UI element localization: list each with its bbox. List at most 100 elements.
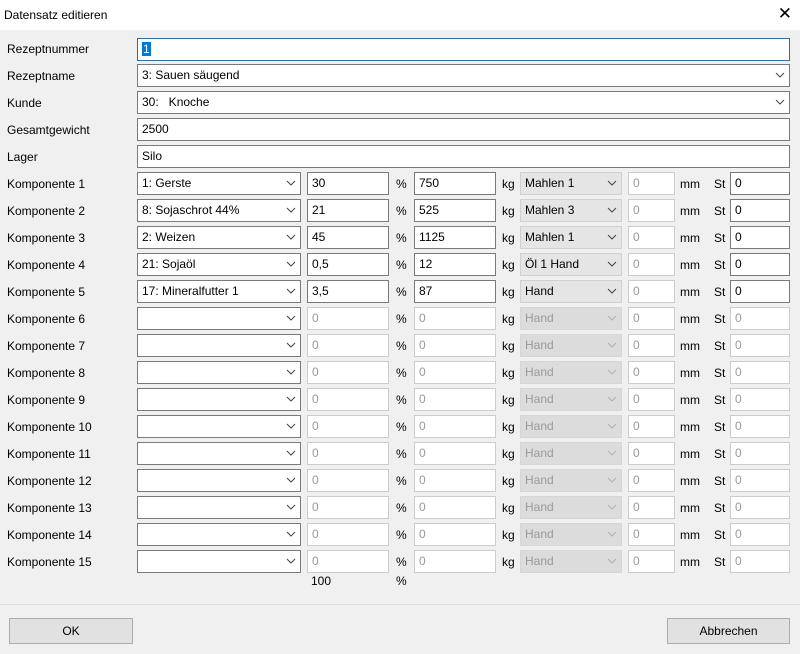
component-st-input[interactable]: 0 <box>730 307 790 330</box>
component-mm-input[interactable]: 0 <box>628 199 675 222</box>
component-st-input[interactable]: 0 <box>730 388 790 411</box>
component-st-input[interactable]: 0 <box>730 442 790 465</box>
component-percent-input[interactable]: 0 <box>307 442 389 465</box>
component-mm-input[interactable]: 0 <box>628 415 675 438</box>
gesamtgewicht-input[interactable]: 2500 <box>137 118 790 141</box>
component-percent-input[interactable]: 0 <box>307 334 389 357</box>
component-process-select[interactable]: Hand <box>520 550 622 573</box>
component-kg-input[interactable]: 0 <box>414 415 496 438</box>
component-st-input[interactable]: 0 <box>730 334 790 357</box>
component-name-select[interactable] <box>137 361 301 384</box>
component-kg-input[interactable]: 1125 <box>414 226 496 249</box>
component-name-select[interactable]: 21: Sojaöl <box>137 253 301 276</box>
component-st-input[interactable]: 0 <box>730 469 790 492</box>
component-st-input[interactable]: 0 <box>730 415 790 438</box>
component-name-select[interactable]: 1: Gerste <box>137 172 301 195</box>
component-process-select[interactable]: Hand <box>520 415 622 438</box>
component-mm-input[interactable]: 0 <box>628 280 675 303</box>
component-st-input[interactable]: 0 <box>730 550 790 573</box>
rezeptnummer-input[interactable]: 1 <box>137 38 790 61</box>
component-kg-input[interactable]: 750 <box>414 172 496 195</box>
component-mm-input[interactable]: 0 <box>628 550 675 573</box>
component-percent-input[interactable]: 0,5 <box>307 253 389 276</box>
component-process-select[interactable]: Hand <box>520 280 622 303</box>
component-process-select[interactable]: Hand <box>520 361 622 384</box>
component-st-input[interactable]: 0 <box>730 253 790 276</box>
component-kg-input[interactable]: 0 <box>414 442 496 465</box>
ok-button[interactable]: OK <box>9 618 133 644</box>
component-percent-input[interactable]: 3,5 <box>307 280 389 303</box>
component-st-input[interactable]: 0 <box>730 280 790 303</box>
component-mm-input[interactable]: 0 <box>628 523 675 546</box>
component-percent-input[interactable]: 0 <box>307 388 389 411</box>
component-mm-input[interactable]: 0 <box>628 361 675 384</box>
component-kg-input[interactable]: 0 <box>414 496 496 519</box>
component-mm-input[interactable]: 0 <box>628 388 675 411</box>
component-kg-input[interactable]: 0 <box>414 388 496 411</box>
component-name-select[interactable] <box>137 442 301 465</box>
component-name-select[interactable]: 17: Mineralfutter 1 <box>137 280 301 303</box>
component-st-input[interactable]: 0 <box>730 199 790 222</box>
component-percent-input[interactable]: 30 <box>307 172 389 195</box>
component-name-select[interactable] <box>137 388 301 411</box>
component-name-select[interactable] <box>137 334 301 357</box>
component-st-input[interactable]: 0 <box>730 172 790 195</box>
component-kg-input[interactable]: 0 <box>414 361 496 384</box>
component-name-select[interactable] <box>137 550 301 573</box>
chevron-down-icon <box>607 396 617 402</box>
component-kg-input[interactable]: 87 <box>414 280 496 303</box>
component-mm-input[interactable]: 0 <box>628 172 675 195</box>
component-percent-input[interactable]: 21 <box>307 199 389 222</box>
component-name-select[interactable] <box>137 496 301 519</box>
component-kg-input[interactable]: 0 <box>414 307 496 330</box>
component-name-select[interactable] <box>137 469 301 492</box>
component-mm-input[interactable]: 0 <box>628 469 675 492</box>
component-percent-input[interactable]: 0 <box>307 361 389 384</box>
component-process-select[interactable]: Mahlen 3 <box>520 199 622 222</box>
component-percent-input[interactable]: 45 <box>307 226 389 249</box>
component-process-select[interactable]: Hand <box>520 523 622 546</box>
component-name-select[interactable]: 2: Weizen <box>137 226 301 249</box>
component-kg-input[interactable]: 0 <box>414 469 496 492</box>
component-st-input[interactable]: 0 <box>730 226 790 249</box>
component-st-input[interactable]: 0 <box>730 496 790 519</box>
rezeptname-select[interactable]: 3: Sauen säugend <box>137 64 790 87</box>
component-mm-input[interactable]: 0 <box>628 442 675 465</box>
component-name-select[interactable] <box>137 307 301 330</box>
component-name-select[interactable] <box>137 523 301 546</box>
component-percent-input[interactable]: 0 <box>307 415 389 438</box>
component-process-select[interactable]: Hand <box>520 307 622 330</box>
component-kg-input[interactable]: 0 <box>414 523 496 546</box>
component-name-select[interactable]: 8: Sojaschrot 44% <box>137 199 301 222</box>
component-percent-input[interactable]: 0 <box>307 496 389 519</box>
component-process-select[interactable]: Mahlen 1 <box>520 172 622 195</box>
close-icon[interactable]: ✕ <box>778 5 792 22</box>
component-percent-input[interactable]: 0 <box>307 550 389 573</box>
component-process-select[interactable]: Hand <box>520 388 622 411</box>
component-mm-input[interactable]: 0 <box>628 334 675 357</box>
component-kg-input[interactable]: 12 <box>414 253 496 276</box>
component-process-select[interactable]: Hand <box>520 496 622 519</box>
cancel-button[interactable]: Abbrechen <box>667 618 790 644</box>
component-process-select[interactable]: Öl 1 Hand <box>520 253 622 276</box>
component-process-select[interactable]: Hand <box>520 442 622 465</box>
component-process-select[interactable]: Hand <box>520 469 622 492</box>
lager-input[interactable]: Silo <box>137 145 790 168</box>
kunde-select[interactable]: 30: Knoche <box>137 91 790 114</box>
component-process-select[interactable]: Hand <box>520 334 622 357</box>
component-mm-input[interactable]: 0 <box>628 253 675 276</box>
component-percent-input[interactable]: 0 <box>307 469 389 492</box>
component-kg-input[interactable]: 0 <box>414 334 496 357</box>
component-mm-input[interactable]: 0 <box>628 496 675 519</box>
component-process-select[interactable]: Mahlen 1 <box>520 226 622 249</box>
component-name-select[interactable] <box>137 415 301 438</box>
component-mm-input[interactable]: 0 <box>628 307 675 330</box>
component-kg-input[interactable]: 525 <box>414 199 496 222</box>
component-st-input[interactable]: 0 <box>730 361 790 384</box>
component-mm-input[interactable]: 0 <box>628 226 675 249</box>
component-percent-input[interactable]: 0 <box>307 523 389 546</box>
component-label: Komponente 15 <box>7 555 92 569</box>
component-st-input[interactable]: 0 <box>730 523 790 546</box>
component-percent-input[interactable]: 0 <box>307 307 389 330</box>
component-kg-input[interactable]: 0 <box>414 550 496 573</box>
